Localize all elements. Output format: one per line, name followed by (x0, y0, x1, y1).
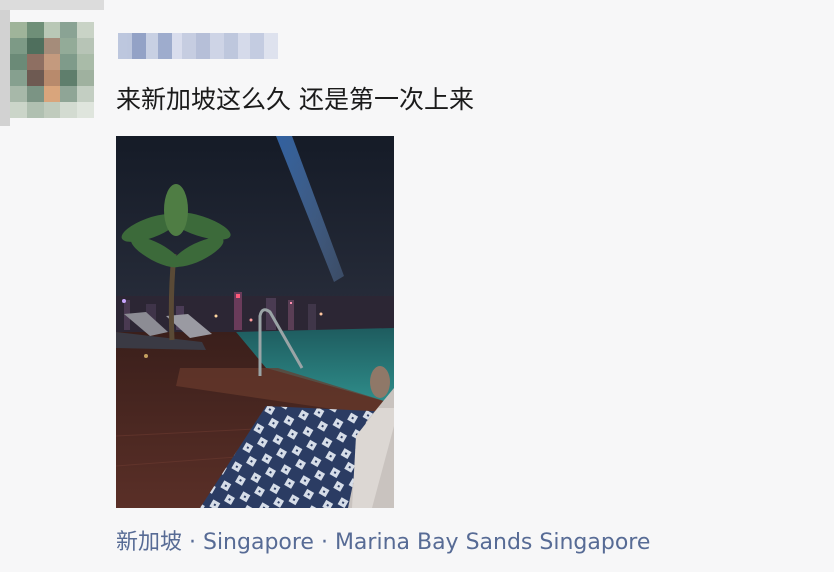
post-text: 来新加坡这么久 还是第一次上来 (116, 85, 474, 114)
location-link[interactable]: 新加坡 · Singapore · Marina Bay Sands Singa… (116, 528, 650, 558)
avatar[interactable] (10, 22, 94, 118)
post-photo[interactable] (116, 136, 394, 508)
username-blurred[interactable] (118, 33, 290, 59)
previous-post-edge (0, 0, 104, 10)
previous-post-avatar-edge (0, 10, 10, 126)
moments-post: 来新加坡这么久 还是第一次上来 新加坡 · Singapore · Marina… (0, 0, 834, 572)
photo-rooftop-pool-night (116, 136, 394, 508)
